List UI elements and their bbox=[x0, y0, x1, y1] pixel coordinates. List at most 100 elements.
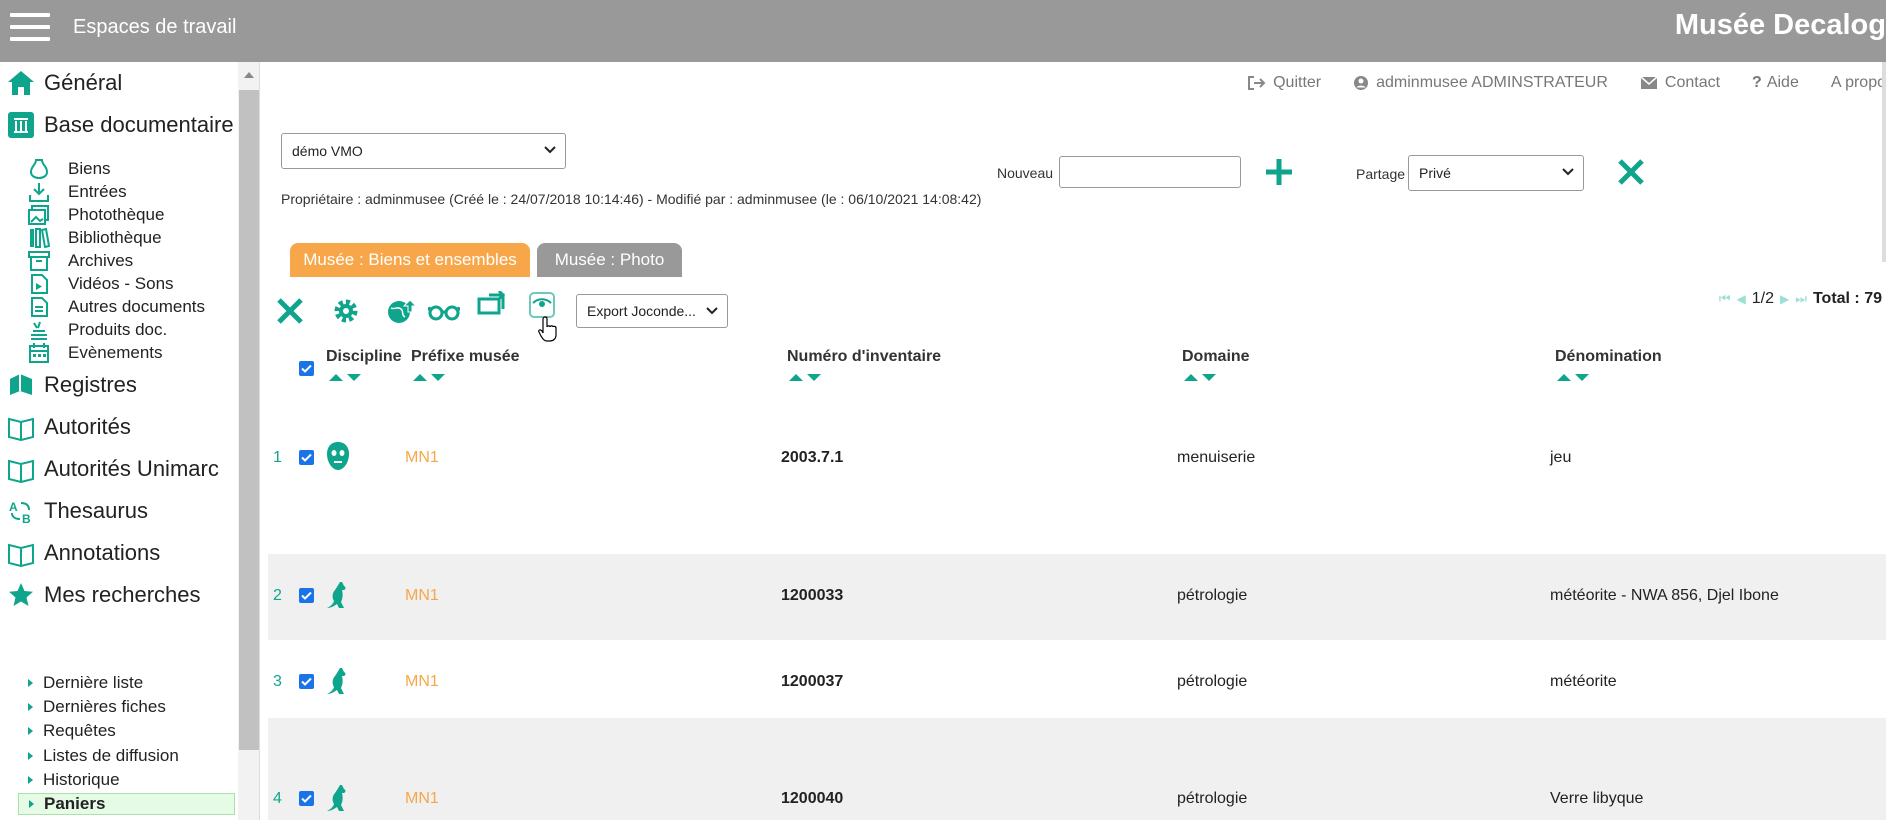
row-checkbox[interactable] bbox=[299, 450, 314, 465]
sidebar-item-annotations[interactable]: Annotations bbox=[6, 536, 160, 570]
col-header-denomination[interactable]: Dénomination bbox=[1555, 348, 1662, 366]
page-indicator: 1/2 bbox=[1751, 290, 1775, 307]
domain-value: pétrologie bbox=[1177, 587, 1248, 604]
export-format-select[interactable]: Export Joconde... bbox=[576, 294, 728, 328]
tab-biens-ensembles[interactable]: Musée : Biens et ensembles bbox=[290, 243, 530, 277]
table-row[interactable]: 2 MN1 1200033 pétrologie météorite - NWA… bbox=[268, 554, 1886, 640]
prefix-link[interactable]: MN1 bbox=[405, 673, 439, 691]
sort-desc-icon[interactable] bbox=[347, 374, 361, 381]
table-row[interactable]: 1 MN1 2003.7.1 menuiserie jeu bbox=[268, 396, 1886, 524]
select-all-checkbox[interactable] bbox=[299, 361, 314, 376]
inventory-number[interactable]: 1200040 bbox=[781, 790, 843, 808]
user-link[interactable]: adminmusee ADMINSTRATEUR bbox=[1353, 74, 1608, 92]
settings-button[interactable] bbox=[329, 294, 363, 328]
sort-controls bbox=[1184, 374, 1220, 381]
table-row[interactable]: 3 MN1 1200037 pétrologie météorite bbox=[268, 640, 1886, 718]
workspace-title[interactable]: Espaces de travail bbox=[73, 16, 236, 39]
sidebar-item-label: Base documentaire bbox=[44, 112, 234, 137]
scroll-up-icon[interactable] bbox=[244, 72, 254, 78]
sidebar-item-mes-recherches[interactable]: Mes recherches bbox=[6, 578, 201, 612]
chevron-down-icon bbox=[544, 146, 556, 154]
contact-link[interactable]: Contact bbox=[1640, 74, 1720, 92]
prefix-link[interactable]: MN1 bbox=[405, 587, 439, 605]
row-number: 4 bbox=[273, 790, 282, 807]
table-row[interactable]: 4 MN1 1200040 pétrologie Verre libyque bbox=[268, 718, 1886, 820]
col-header-domaine[interactable]: Domaine bbox=[1182, 348, 1250, 366]
publish-button[interactable] bbox=[385, 294, 419, 328]
sidebar-link-derniere-liste[interactable]: Dernière liste bbox=[28, 672, 143, 694]
nouveau-input[interactable] bbox=[1059, 156, 1241, 188]
sidebar-item-autorites[interactable]: Autorités bbox=[6, 410, 131, 444]
plus-icon bbox=[1266, 159, 1292, 185]
about-link[interactable]: A propo bbox=[1831, 74, 1886, 92]
col-header-inventaire[interactable]: Numéro d'inventaire bbox=[787, 348, 941, 366]
view-button[interactable] bbox=[427, 294, 461, 328]
domain-value: pétrologie bbox=[1177, 673, 1248, 690]
sidebar-item-autorites-unimarc[interactable]: Autorités Unimarc bbox=[6, 452, 219, 486]
sidebar-link-requetes[interactable]: Requêtes bbox=[28, 720, 116, 742]
domain-value: menuiserie bbox=[1177, 449, 1256, 466]
sort-desc-icon[interactable] bbox=[431, 374, 445, 381]
close-icon bbox=[1618, 159, 1644, 185]
sort-desc-icon[interactable] bbox=[1202, 374, 1216, 381]
add-basket-button[interactable] bbox=[1262, 155, 1296, 189]
sort-asc-icon[interactable] bbox=[1184, 374, 1198, 381]
sort-asc-icon[interactable] bbox=[789, 374, 803, 381]
sidebar-item-label: Thesaurus bbox=[44, 498, 148, 523]
gear-icon bbox=[334, 299, 358, 323]
transfer-button[interactable] bbox=[475, 288, 509, 322]
first-page-icon[interactable]: ⏮ bbox=[1719, 291, 1731, 307]
sidebar-link-listes-diffusion[interactable]: Listes de diffusion bbox=[28, 745, 179, 767]
sidebar-item-thesaurus[interactable]: AB Thesaurus bbox=[6, 494, 148, 528]
sidebar-scrollbar[interactable] bbox=[238, 62, 260, 820]
inventory-number[interactable]: 1200037 bbox=[781, 673, 843, 691]
prefix-link[interactable]: MN1 bbox=[405, 449, 439, 467]
caret-right-icon bbox=[29, 800, 34, 808]
col-header-discipline[interactable]: Discipline bbox=[326, 348, 402, 366]
kangaroo-icon bbox=[326, 666, 350, 703]
quit-link[interactable]: Quitter bbox=[1248, 74, 1321, 92]
tab-photo[interactable]: Musée : Photo bbox=[537, 243, 682, 277]
sidebar-item-general[interactable]: Général bbox=[6, 66, 122, 100]
col-header-prefixe[interactable]: Préfixe musée bbox=[411, 348, 520, 366]
basket-select[interactable]: démo VMO bbox=[281, 133, 566, 169]
sort-desc-icon[interactable] bbox=[807, 374, 821, 381]
sidebar-item-label: Autorités bbox=[44, 414, 131, 439]
sidebar-item-evenements[interactable]: Evènements bbox=[26, 340, 163, 366]
sidebar-item-label: Biens bbox=[68, 159, 111, 178]
top-links: Quitter adminmusee ADMINSTRATEUR Contact… bbox=[1216, 74, 1886, 92]
sort-asc-icon[interactable] bbox=[1557, 374, 1571, 381]
delete-basket-button[interactable] bbox=[1614, 155, 1648, 189]
caret-right-icon bbox=[28, 703, 33, 711]
next-page-icon[interactable]: ▶ bbox=[1780, 292, 1789, 306]
inventory-number[interactable]: 2003.7.1 bbox=[781, 449, 843, 467]
inventory-number[interactable]: 1200033 bbox=[781, 587, 843, 605]
sort-asc-icon[interactable] bbox=[329, 374, 343, 381]
sidebar-item-label: Archives bbox=[68, 251, 134, 270]
museum-icon bbox=[6, 110, 36, 140]
menu-icon[interactable] bbox=[10, 13, 50, 45]
last-page-icon[interactable]: ⏭ bbox=[1795, 291, 1807, 307]
sidebar-link-dernieres-fiches[interactable]: Dernières fiches bbox=[28, 696, 166, 718]
partage-select[interactable]: Privé bbox=[1408, 155, 1584, 191]
sidebar-item-base-documentaire[interactable]: Base documentaire bbox=[6, 108, 234, 142]
nouveau-label: Nouveau bbox=[997, 165, 1054, 181]
scrollbar-thumb[interactable] bbox=[239, 90, 259, 750]
prefix-link[interactable]: MN1 bbox=[405, 790, 439, 808]
main-scrollbar[interactable] bbox=[1882, 62, 1886, 262]
sidebar-item-label: Bibliothèque bbox=[68, 228, 162, 247]
prev-page-icon[interactable]: ◀ bbox=[1737, 292, 1746, 306]
sidebar-link-paniers[interactable]: Paniers bbox=[18, 793, 235, 815]
row-checkbox[interactable] bbox=[299, 674, 314, 689]
row-checkbox[interactable] bbox=[299, 588, 314, 603]
help-link[interactable]: ? Aide bbox=[1752, 74, 1799, 92]
row-checkbox[interactable] bbox=[299, 791, 314, 806]
sort-desc-icon[interactable] bbox=[1575, 374, 1589, 381]
sidebar-link-historique[interactable]: Historique bbox=[28, 769, 120, 791]
denomination-value: météorite - NWA 856, Djel Ibone bbox=[1550, 587, 1779, 604]
remove-selection-button[interactable] bbox=[273, 294, 307, 328]
registers-icon bbox=[6, 370, 36, 400]
sidebar-item-registres[interactable]: Registres bbox=[6, 368, 137, 402]
sort-asc-icon[interactable] bbox=[413, 374, 427, 381]
caret-right-icon bbox=[28, 679, 33, 687]
